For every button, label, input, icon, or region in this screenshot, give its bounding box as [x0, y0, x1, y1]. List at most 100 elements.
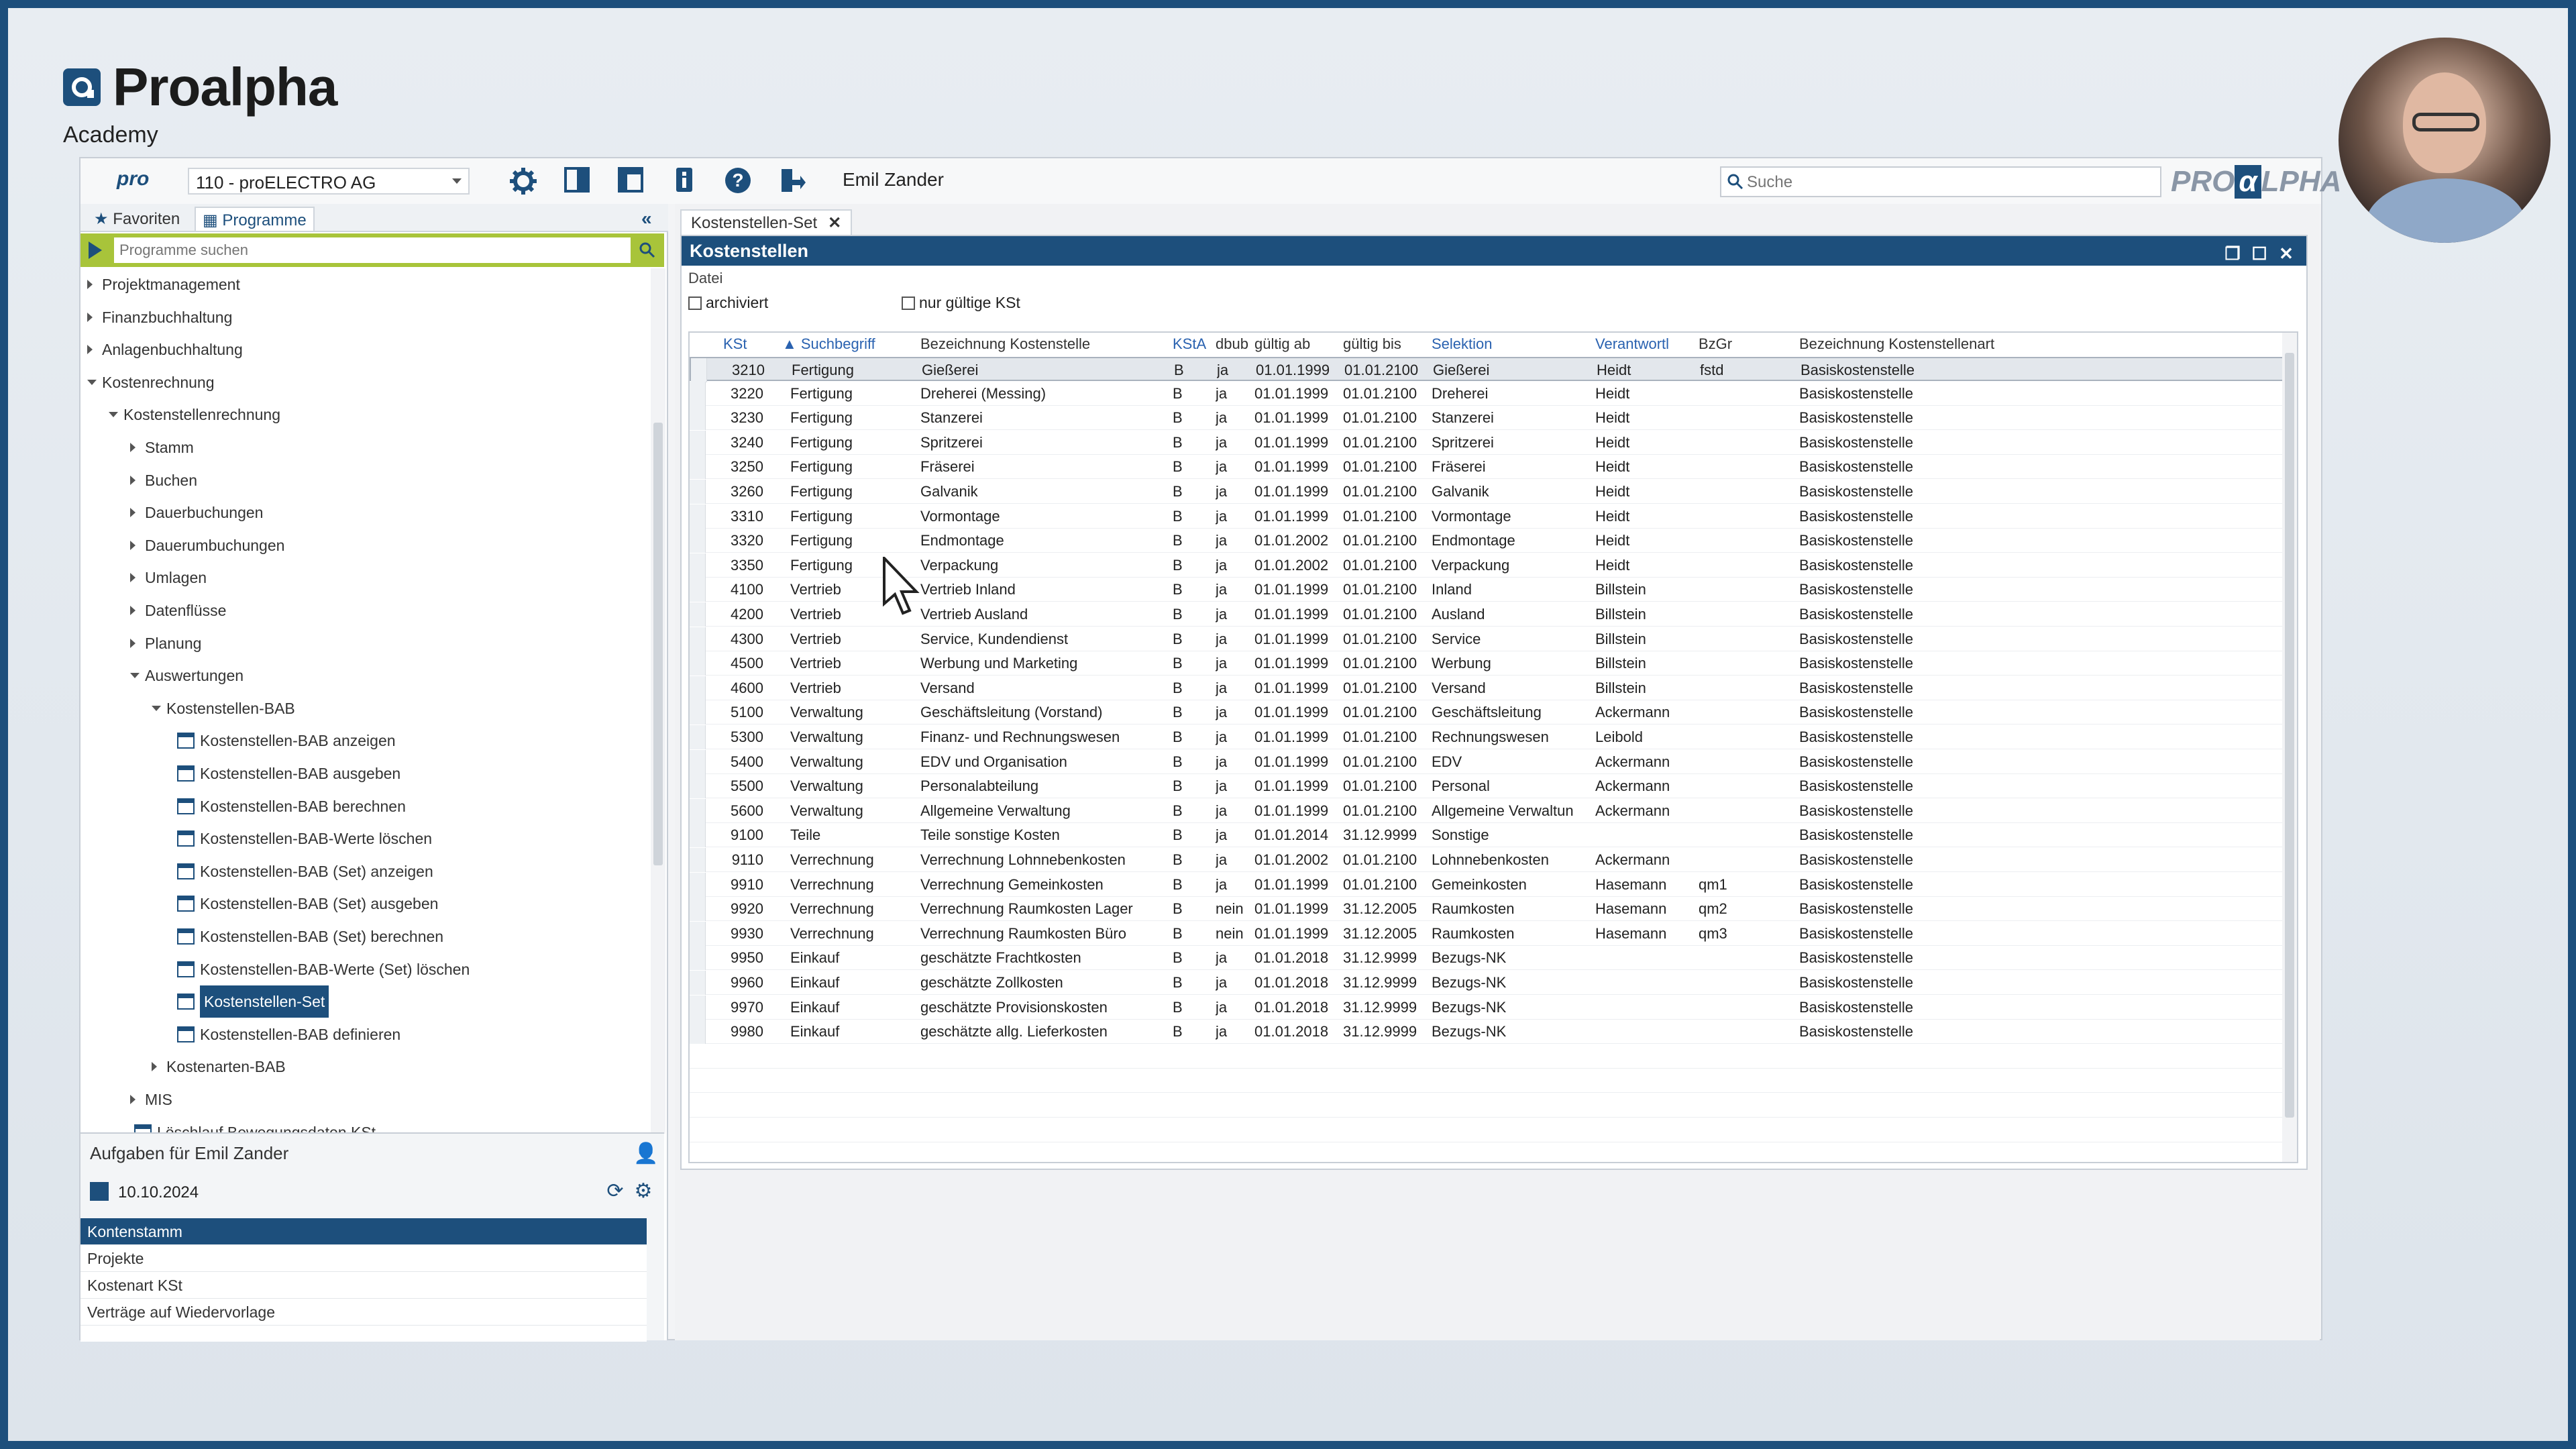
task-item[interactable]: Kostenart KSt [80, 1272, 647, 1299]
row-selector[interactable] [690, 774, 706, 799]
tree-scrollbar[interactable] [651, 268, 665, 1134]
row-selector[interactable] [690, 676, 706, 700]
table-row[interactable]: 9920 Verrechnung Verrechnung Raumkosten La… [690, 897, 2286, 922]
logout-icon[interactable] [777, 166, 806, 196]
chevron-down-icon[interactable] [130, 673, 140, 679]
grid-scrollbar[interactable] [2282, 333, 2297, 1162]
tree-item[interactable]: Kostenarten-BAB [80, 1051, 651, 1083]
column-header[interactable]: gültig bis [1343, 333, 1430, 357]
tree-item[interactable]: Kostenstellenrechnung [80, 398, 651, 431]
tree-item[interactable]: Planung [80, 627, 651, 659]
table-row[interactable]: 9100 Teile Teile sonstige Kosten Bja 01.01.2… [690, 823, 2286, 848]
tab-favorites[interactable]: ★ Favoriten [87, 207, 186, 231]
table-row[interactable]: 5400 Verwaltung EDV und Organisation Bja 01.… [690, 749, 2286, 774]
row-selector[interactable] [690, 602, 706, 627]
tree-item[interactable]: Kostenstellen-BAB (Set) anzeigen [80, 855, 651, 888]
help-icon[interactable]: ? [723, 166, 753, 196]
table-row[interactable]: 5600 Verwaltung Allgemeine Verwaltung Bja 01… [690, 798, 2286, 823]
tree-item[interactable]: Kostenstellen-BAB-Werte löschen [80, 822, 651, 855]
chevron-right-icon[interactable] [87, 280, 93, 289]
table-row[interactable]: 3350 Fertigung Verpackung Bja 01.01.2002 01.0… [690, 553, 2286, 578]
gear-icon[interactable]: ⚙ [632, 1179, 655, 1202]
tree-item[interactable]: MIS [80, 1083, 651, 1116]
table-row[interactable]: 5100 Verwaltung Geschäftsleitung (Vorstand… [690, 700, 2286, 725]
play-icon[interactable] [89, 241, 102, 259]
search-icon[interactable] [639, 241, 656, 259]
table-row[interactable]: 4500 Vertrieb Werbung und Marketing Bja 01.0… [690, 651, 2286, 676]
chevron-right-icon[interactable] [130, 1095, 136, 1104]
tree-item[interactable]: Kostenstellen-BAB anzeigen [80, 724, 651, 757]
table-row[interactable]: 9960 Einkauf geschätzte Zollkosten Bja 01.01… [690, 971, 2286, 995]
tree-item[interactable]: Anlagenbuchhaltung [80, 333, 651, 366]
row-selector[interactable] [690, 700, 706, 725]
tree-item[interactable]: Projektmanagement [80, 268, 651, 301]
column-header[interactable]: gültig ab [1254, 333, 1342, 357]
column-header[interactable]: Verantwortl [1595, 333, 1696, 357]
row-selector[interactable] [690, 995, 706, 1020]
table-row[interactable]: 3240 Fertigung Spritzerei Bja 01.01.1999 01.0… [690, 430, 2286, 455]
column-header[interactable]: KStA [1173, 333, 1213, 357]
column-header[interactable]: Selektion [1432, 333, 1593, 357]
table-row[interactable]: 4100 Vertrieb Vertrieb Inland Bja 01.01.1999… [690, 578, 2286, 602]
table-row[interactable]: 3310 Fertigung Vormontage Bja 01.01.1999 01.0… [690, 504, 2286, 529]
row-selector[interactable] [690, 381, 706, 406]
row-selector[interactable] [690, 430, 706, 455]
table-row[interactable]: 9930 Verrechnung Verrechnung Raumkosten Bü… [690, 921, 2286, 946]
column-header[interactable]: Bezeichnung Kostenstellenart [1799, 333, 2269, 357]
table-row[interactable]: 9910 Verrechnung Verrechnung Gemeinkosten B… [690, 872, 2286, 897]
task-item[interactable]: Kontenstamm [80, 1218, 647, 1245]
row-selector[interactable] [690, 627, 706, 651]
tree-item[interactable]: Kostenstellen-BAB berechnen [80, 790, 651, 822]
user-icon[interactable]: 👤 [633, 1142, 658, 1165]
program-search-input[interactable] [114, 237, 631, 263]
table-row[interactable]: 9110 Verrechnung Verrechnung Lohnnebenkost… [690, 848, 2286, 872]
column-header[interactable]: dbub [1216, 333, 1253, 357]
task-item[interactable]: Verträge auf Wiedervorlage [80, 1299, 647, 1326]
tree-item[interactable]: Kostenstellen-BAB definieren [80, 1018, 651, 1051]
chevron-right-icon[interactable] [87, 312, 93, 322]
tree-item[interactable]: Dauerumbuchungen [80, 529, 651, 561]
tab-kostenstellen-set[interactable]: Kostenstellen-Set ✕ [680, 209, 853, 235]
chevron-right-icon[interactable] [130, 573, 136, 583]
info-icon[interactable] [669, 166, 699, 196]
row-selector[interactable] [690, 971, 706, 995]
gear-icon[interactable] [508, 166, 538, 196]
checkbox-archived[interactable]: archiviert [688, 294, 768, 312]
chevron-right-icon[interactable] [130, 475, 136, 485]
tree-item[interactable]: Dauerbuchungen [80, 496, 651, 529]
table-row[interactable]: 5500 Verwaltung Personalabteilung Bja 01.01.… [690, 774, 2286, 799]
task-item[interactable]: Projekte [80, 1245, 647, 1272]
menu-datei[interactable]: Datei [688, 270, 722, 287]
row-selector[interactable] [690, 480, 706, 504]
tree-item[interactable]: Kostenrechnung [80, 366, 651, 398]
chevron-right-icon[interactable] [130, 606, 136, 615]
table-row[interactable]: 9980 Einkauf geschätzte allg. Lieferkosten… [690, 1020, 2286, 1044]
split-view-icon[interactable] [562, 166, 592, 196]
row-selector[interactable] [690, 823, 706, 848]
row-selector[interactable] [691, 358, 707, 382]
row-selector[interactable] [690, 872, 706, 897]
table-row[interactable]: 3260 Fertigung Galvanik Bja 01.01.1999 01.01.… [690, 480, 2286, 504]
tree-item[interactable]: Kostenstellen-BAB (Set) ausgeben [80, 888, 651, 920]
tree-item[interactable]: Kostenstellen-BAB-Werte (Set) löschen [80, 953, 651, 985]
row-selector[interactable] [690, 798, 706, 823]
column-header[interactable]: BzGr [1699, 333, 1796, 357]
layout-icon[interactable] [616, 166, 645, 196]
tree-item[interactable]: Kostenstellen-BAB (Set) berechnen [80, 920, 651, 953]
checkbox-only-valid[interactable]: nur gültige KSt [902, 294, 1020, 312]
company-select[interactable]: 110 - proELECTRO AG [188, 168, 470, 195]
row-selector[interactable] [690, 553, 706, 578]
row-selector[interactable] [690, 406, 706, 431]
close-icon[interactable]: ✕ [2273, 239, 2300, 268]
column-header[interactable]: Bezeichnung Kostenstelle [920, 333, 1169, 357]
row-selector[interactable] [690, 651, 706, 676]
tree-item[interactable]: Kostenstellen-BAB ausgeben [80, 757, 651, 790]
row-selector[interactable] [690, 578, 706, 602]
row-selector[interactable] [690, 749, 706, 774]
tree-item[interactable]: Datenflüsse [80, 594, 651, 627]
row-selector[interactable] [690, 725, 706, 749]
row-selector[interactable] [690, 455, 706, 480]
table-row[interactable]: 3220 Fertigung Dreherei (Messing) Bja 01.01.… [690, 381, 2286, 406]
tree-item[interactable]: Auswertungen [80, 659, 651, 692]
chevron-right-icon[interactable] [152, 1062, 157, 1072]
